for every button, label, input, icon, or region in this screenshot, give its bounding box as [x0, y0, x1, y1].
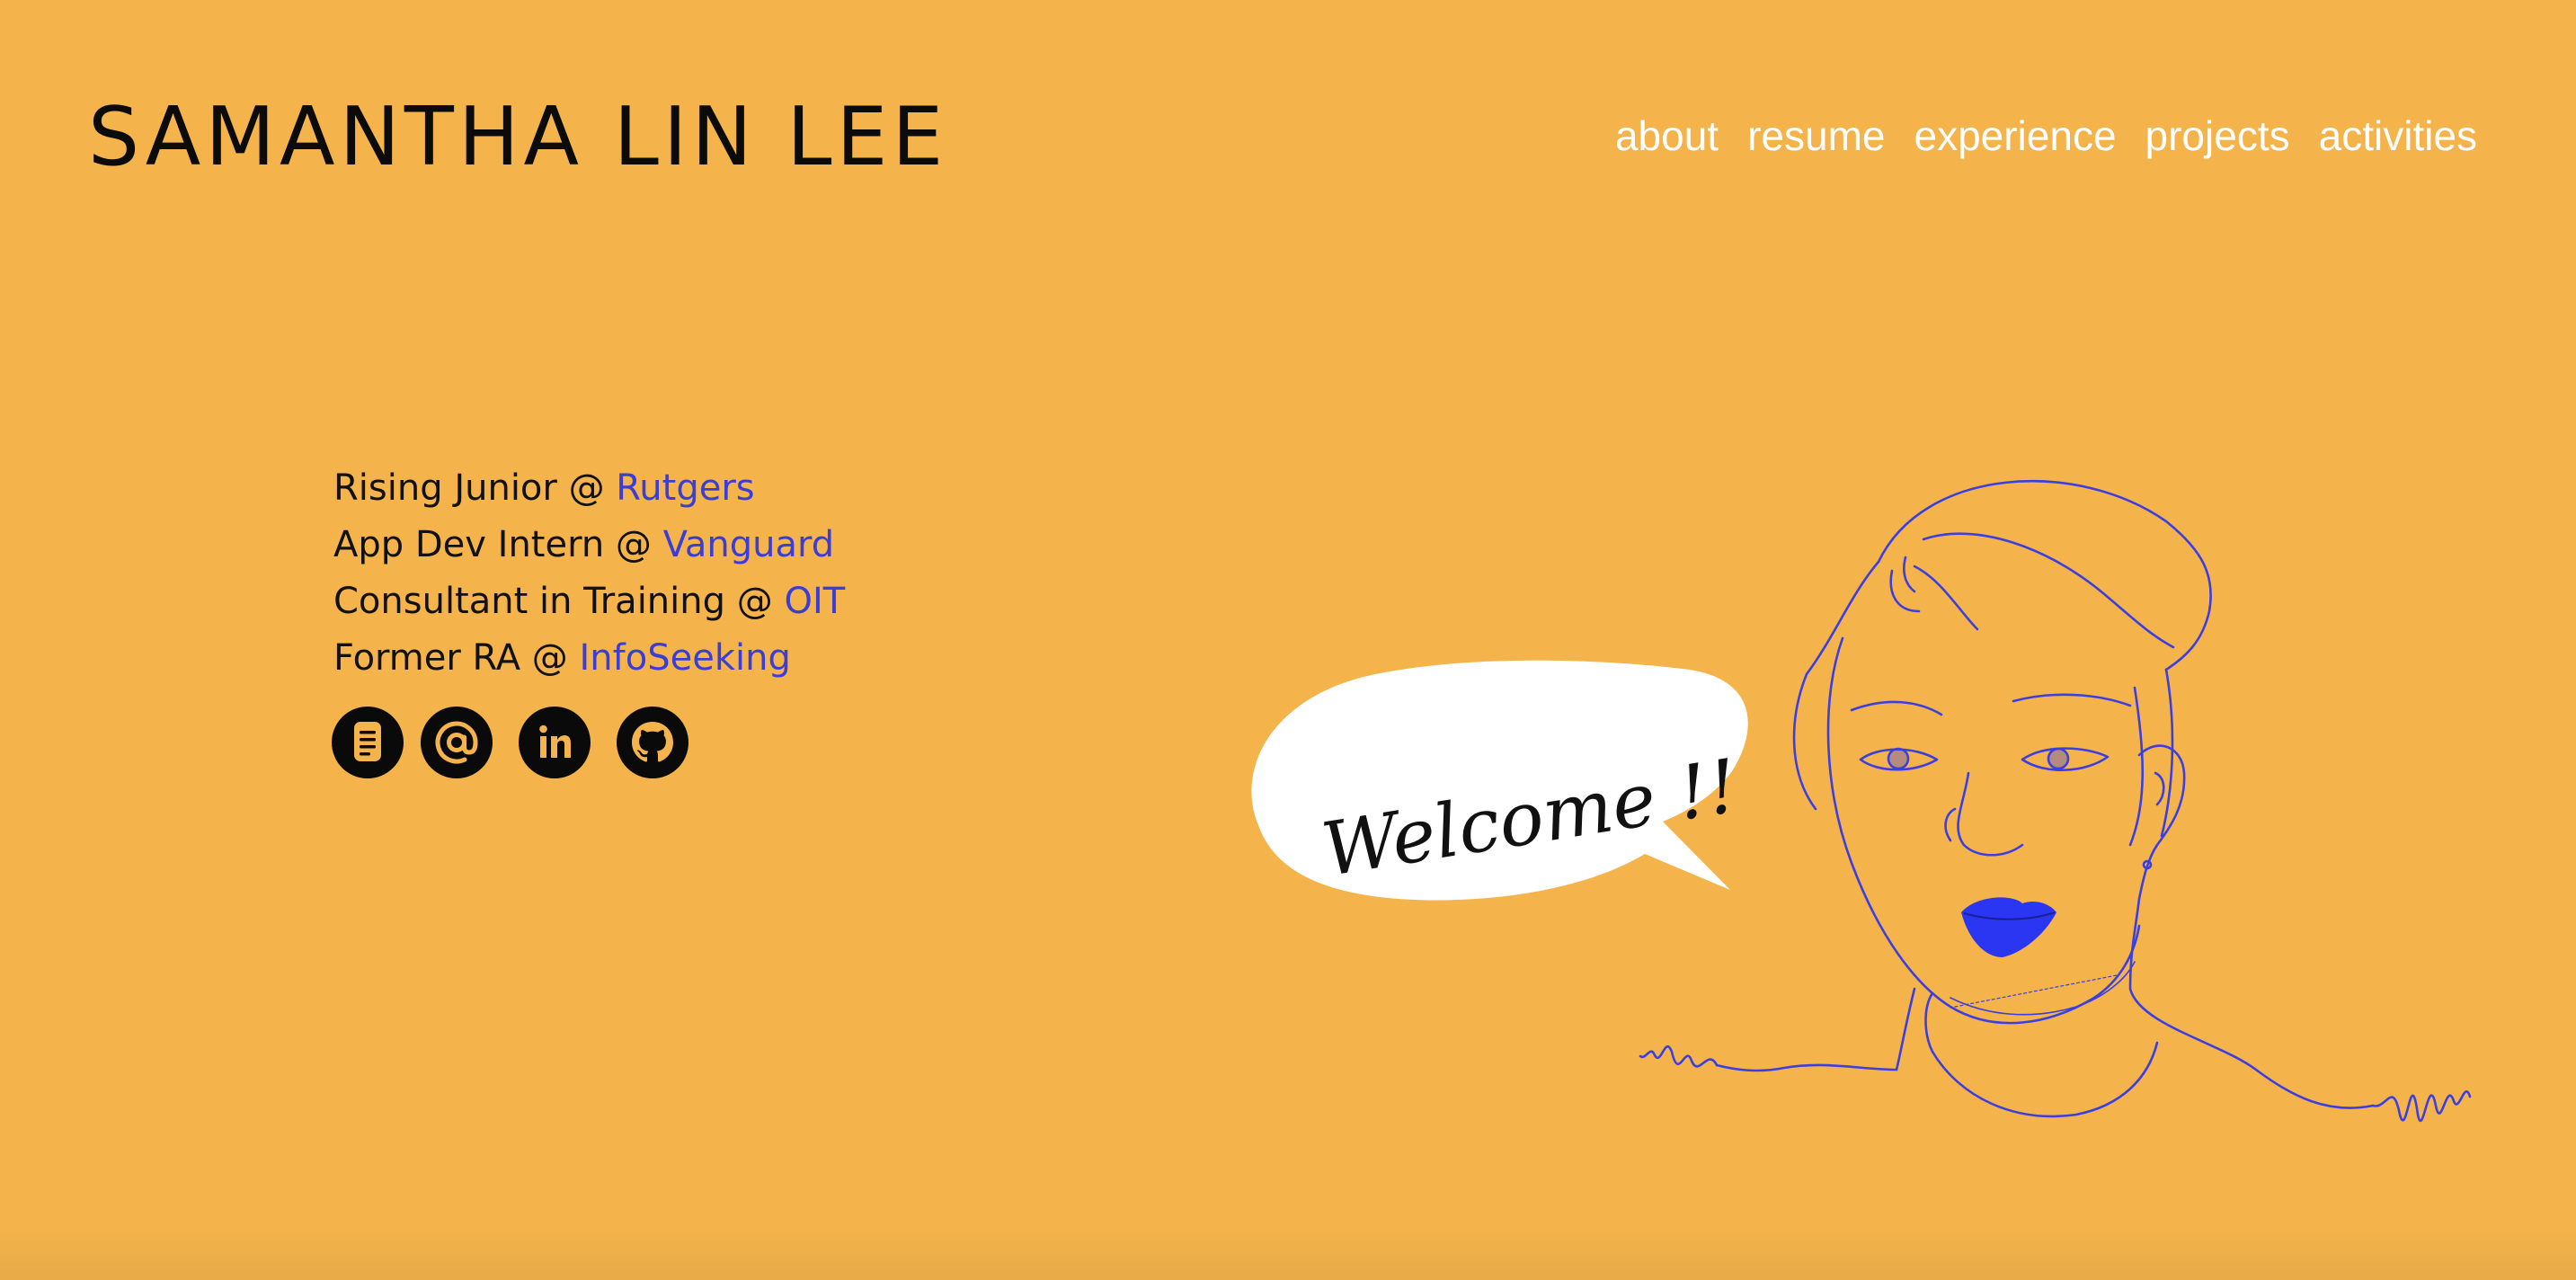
email-icon — [435, 721, 478, 764]
speech-bubble: Welcome !! — [1251, 660, 1748, 901]
nav-about[interactable]: about — [1615, 111, 1719, 160]
nav-projects[interactable]: projects — [2145, 111, 2290, 160]
rutgers-link[interactable]: Rutgers — [616, 467, 754, 509]
bio-list: Rising Junior @ Rutgers App Dev Intern @… — [333, 460, 845, 687]
linkedin-icon-button[interactable] — [519, 707, 591, 778]
bio-line-oit: Consultant in Training @ OIT — [333, 573, 845, 630]
resume-icon-button[interactable] — [332, 707, 404, 778]
resume-icon — [354, 722, 381, 761]
email-icon-button[interactable] — [421, 707, 493, 778]
page: SAMANTHA LIN LEE about resume experience… — [0, 0, 2576, 1280]
bio-prefix: Rising Junior @ — [333, 467, 617, 509]
bio-line-rutgers: Rising Junior @ Rutgers — [333, 460, 845, 517]
nav-activities[interactable]: activities — [2319, 111, 2477, 160]
site-title[interactable]: SAMANTHA LIN LEE — [88, 97, 947, 178]
infoseeking-link[interactable]: InfoSeeking — [580, 637, 791, 679]
nav-experience[interactable]: experience — [1914, 111, 2116, 160]
bio-prefix: Consultant in Training @ — [333, 581, 785, 622]
lips — [1961, 897, 2056, 957]
vanguard-link[interactable]: Vanguard — [663, 524, 835, 565]
bio-line-vanguard: App Dev Intern @ Vanguard — [333, 517, 845, 573]
bio-line-infoseeking: Former RA @ InfoSeeking — [333, 630, 845, 687]
linkedin-icon — [539, 724, 571, 758]
bio-prefix: App Dev Intern @ — [333, 524, 663, 565]
bio-prefix: Former RA @ — [333, 637, 580, 679]
oit-link[interactable]: OIT — [784, 581, 845, 622]
github-icon-button[interactable] — [617, 707, 688, 778]
main-nav: about resume experience projects activit… — [1615, 111, 2477, 160]
github-icon — [632, 722, 673, 762]
social-links — [332, 707, 688, 778]
nav-resume[interactable]: resume — [1747, 111, 1885, 160]
portrait-line-art — [1639, 479, 2472, 1123]
portrait-illustration: Welcome !! — [1251, 479, 2472, 1123]
bottom-shade — [0, 1226, 2576, 1280]
